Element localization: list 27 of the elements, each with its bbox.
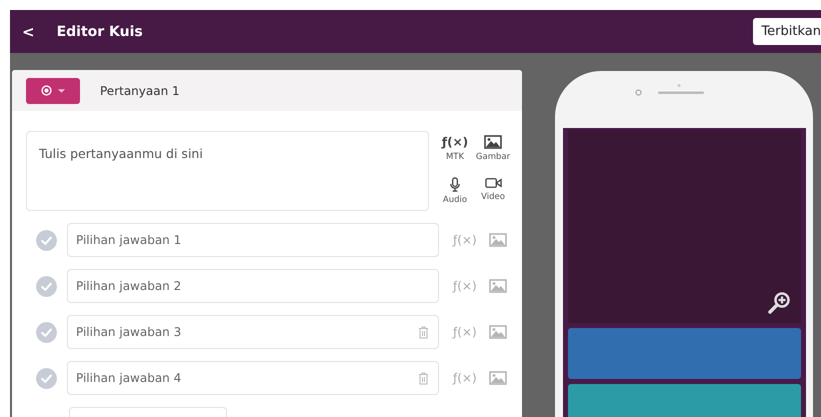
check-circle-icon[interactable]	[36, 322, 57, 342]
video-button[interactable]: Video	[475, 176, 511, 211]
audio-button[interactable]: Audio	[439, 176, 471, 211]
math-button[interactable]: ƒ(×) MTK	[439, 135, 471, 168]
check-circle-icon[interactable]	[36, 368, 57, 388]
video-camera-icon	[484, 176, 502, 188]
question-input[interactable]: Tulis pertanyaanmu di sini	[26, 131, 429, 211]
answer-option-field[interactable]: Pilihan jawaban 2	[67, 269, 439, 303]
zoom-in-icon[interactable]	[766, 291, 790, 315]
check-circle-icon[interactable]	[36, 276, 57, 296]
trash-icon[interactable]	[418, 372, 429, 385]
check-circle-icon[interactable]	[36, 230, 57, 250]
publish-button[interactable]: Terbitkan	[753, 18, 821, 45]
microphone-icon	[449, 176, 461, 192]
back-button[interactable]: <	[18, 22, 39, 40]
answer-option-field[interactable]: Pilihan jawaban 3	[67, 315, 439, 349]
answer-option-field[interactable]: Pilihan jawaban 4	[67, 361, 439, 395]
radio-icon	[41, 85, 52, 96]
answer-option-field[interactable]: Pilihan jawaban 1	[67, 223, 439, 257]
phone-earpiece-drawing	[635, 84, 705, 96]
question-type-button[interactable]	[26, 78, 80, 104]
page-title: Editor Kuis	[56, 24, 144, 40]
image-button[interactable]: Gambar	[475, 135, 511, 168]
trash-icon[interactable]	[418, 326, 429, 339]
caret-icon	[58, 88, 65, 92]
question-label: Pertanyaan 1	[100, 84, 180, 98]
image-icon[interactable]	[484, 135, 502, 149]
